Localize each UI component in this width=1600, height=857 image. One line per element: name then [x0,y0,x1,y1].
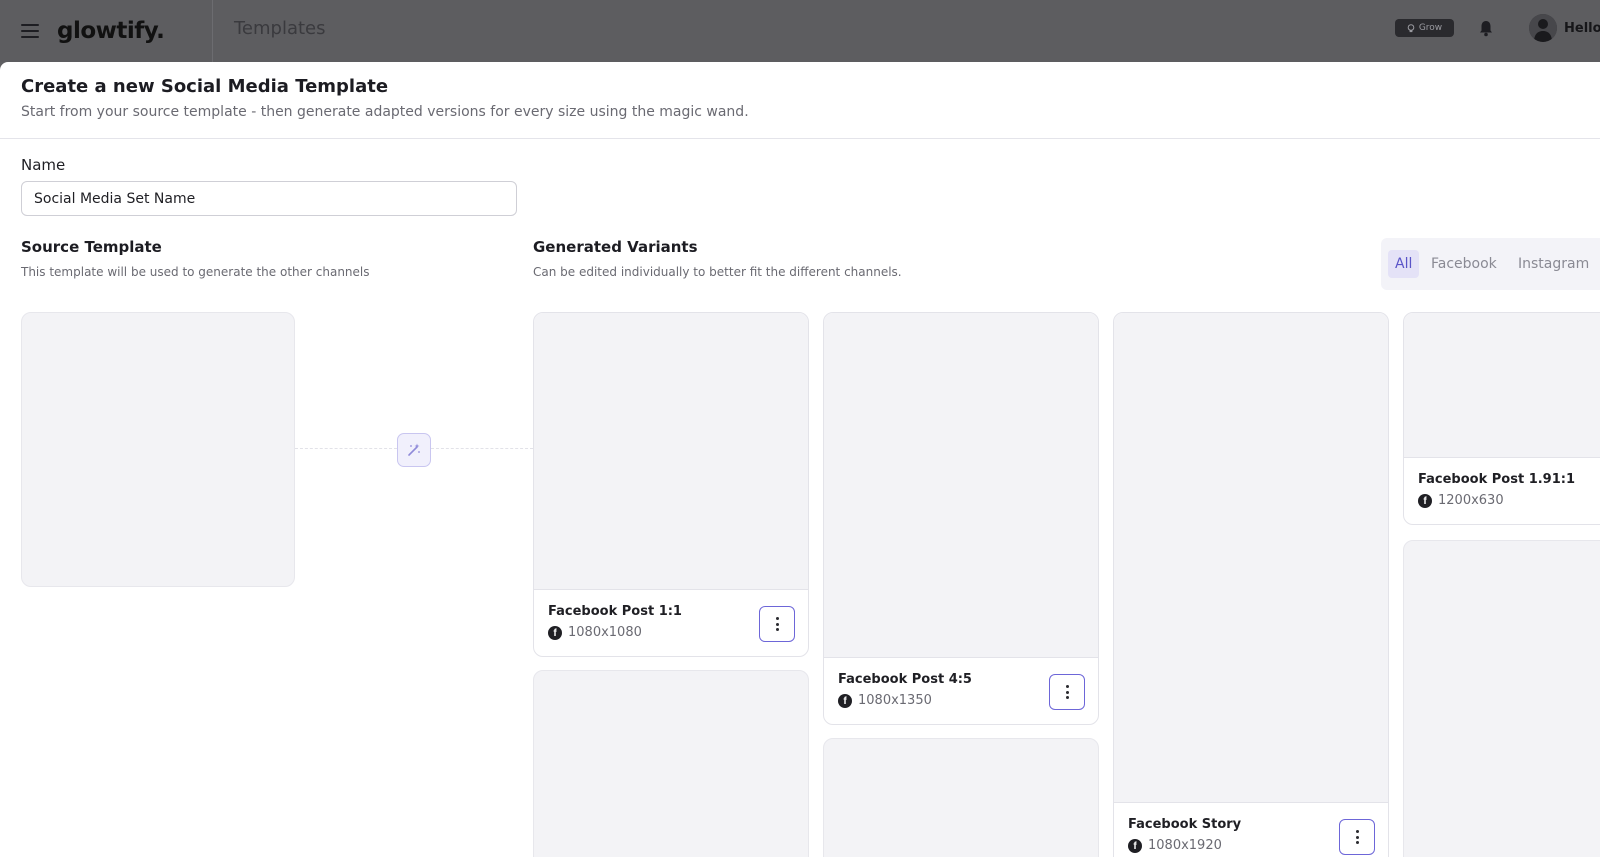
more-options-button[interactable] [1049,674,1085,710]
panel-subtitle: Start from your source template - then g… [21,104,749,120]
magic-wand-icon [408,443,420,456]
page-title: Templates [234,18,326,39]
create-template-panel: Create a new Social Media Template Start… [0,62,1600,857]
app-logo[interactable]: glowtify. [57,18,165,44]
more-options-button[interactable] [1339,819,1375,855]
variant-meta: f 1080x1080 [548,625,642,640]
variant-card-facebook-post-1-91-1[interactable]: Facebook Post 1.91:1 f 1200x630 [1403,312,1600,525]
variant-card-placeholder[interactable] [533,670,809,857]
source-template-title: Source Template [21,238,162,256]
bell-icon[interactable] [1479,20,1493,37]
name-input[interactable] [21,181,517,216]
variant-size: 1080x1920 [1148,838,1222,853]
variant-preview[interactable] [824,313,1098,657]
tab-instagram[interactable]: Instagram [1511,250,1596,278]
facebook-icon: f [1128,838,1142,853]
variant-preview[interactable] [1404,313,1600,457]
user-avatar-icon [1529,14,1557,42]
variant-size: 1200x630 [1438,493,1504,508]
connector-line-right [431,448,533,449]
variant-preview[interactable] [534,313,808,589]
variant-card-placeholder[interactable] [823,738,1099,857]
variant-info: Facebook Post 1:1 f 1080x1080 [534,589,808,656]
name-label: Name [21,156,66,174]
magic-wand-button[interactable] [397,433,431,467]
grow-badge[interactable]: Grow [1395,19,1454,37]
variant-card-facebook-post-4-5[interactable]: Facebook Post 4:5 f 1080x1350 [823,312,1099,725]
variant-meta: f 1080x1350 [838,693,932,708]
variant-card-facebook-post-1-1[interactable]: Facebook Post 1:1 f 1080x1080 [533,312,809,657]
variant-name: Facebook Post 1:1 [548,604,682,619]
variant-meta: f 1200x630 [1418,493,1504,508]
more-options-button[interactable] [759,606,795,642]
grow-badge-label: Grow [1418,23,1443,33]
facebook-icon: f [838,693,852,708]
topbar-divider [212,0,213,62]
connector-line-left [295,448,397,449]
tab-facebook[interactable]: Facebook [1424,250,1504,278]
variant-info: Facebook Story f 1080x1920 [1114,802,1388,857]
variant-card-facebook-story[interactable]: Facebook Story f 1080x1920 [1113,312,1389,857]
facebook-icon: f [548,625,562,640]
facebook-icon: f [1418,493,1432,508]
panel-title: Create a new Social Media Template [21,76,389,97]
variant-size: 1080x1080 [568,625,642,640]
user-greeting[interactable]: Hello, [1564,21,1600,36]
top-bar: glowtify. Templates Grow Hello, [0,0,1600,62]
variant-size: 1080x1350 [858,693,932,708]
variant-info: Facebook Post 4:5 f 1080x1350 [824,657,1098,724]
channel-filter-tabs: All Facebook Instagram [1381,238,1600,290]
variant-name: Facebook Post 4:5 [838,672,972,687]
source-template-card[interactable] [21,312,295,587]
variant-info: Facebook Post 1.91:1 f 1200x630 [1404,457,1600,524]
bulb-icon [1407,23,1415,32]
avatar[interactable] [1529,14,1557,42]
panel-header: Create a new Social Media Template Start… [0,62,1600,139]
variant-card-placeholder[interactable] [1403,540,1600,857]
variant-preview[interactable] [1114,313,1388,802]
source-template-subtitle: This template will be used to generate t… [21,265,370,279]
variant-name: Facebook Post 1.91:1 [1418,472,1576,487]
generated-variants-subtitle: Can be edited individually to better fit… [533,265,902,279]
variant-name: Facebook Story [1128,817,1242,832]
variant-meta: f 1080x1920 [1128,838,1222,853]
tab-all[interactable]: All [1388,250,1420,278]
menu-icon[interactable] [21,24,39,38]
generated-variants-title: Generated Variants [533,238,698,256]
